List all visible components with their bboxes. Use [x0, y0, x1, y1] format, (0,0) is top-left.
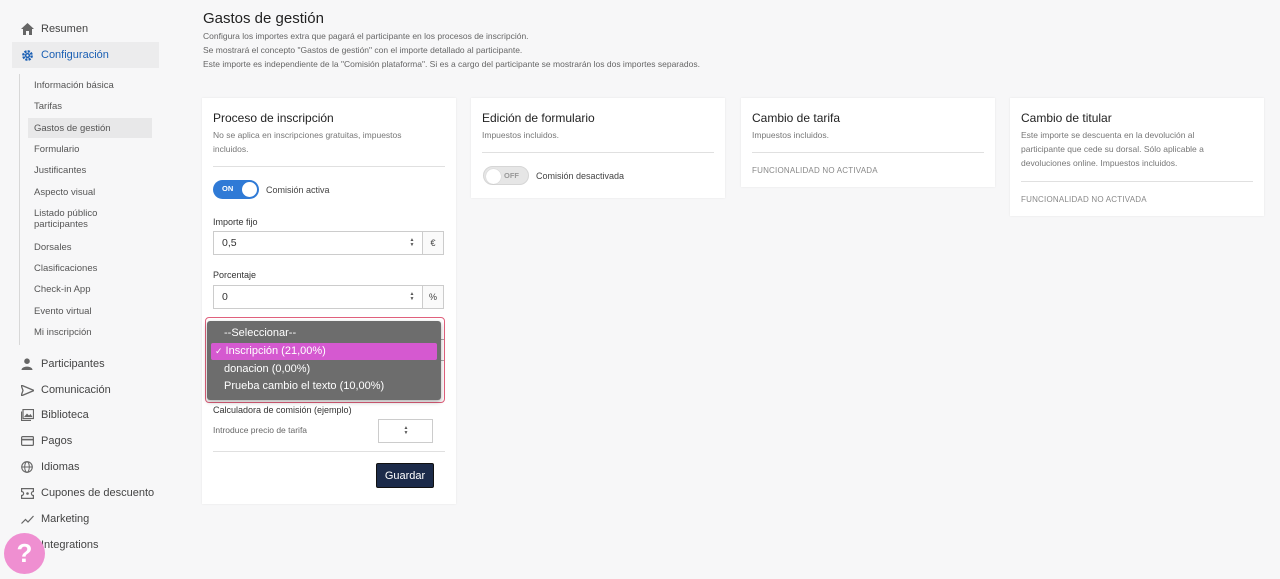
image-icon [20, 408, 34, 422]
sidebar-subitem-mi-inscripcion[interactable]: Mi inscripción [34, 327, 92, 338]
importe-fijo-label: Importe fijo [213, 217, 258, 227]
sidebar-subitem-info-basica[interactable]: Información básica [34, 80, 114, 91]
card-subtitle: Impuestos incluidos. [482, 130, 560, 140]
ticket-icon [20, 486, 34, 500]
sidebar-item-marketing[interactable]: Marketing [20, 508, 89, 530]
sidebar-item-configuracion[interactable]: Configuración [12, 42, 159, 68]
sidebar-item-biblioteca[interactable]: Biblioteca [20, 404, 89, 426]
porcentaje-label: Porcentaje [213, 270, 257, 280]
divider [213, 451, 445, 452]
card-cambio-titular: Cambio de titular Este importe se descue… [1010, 98, 1264, 216]
sidebar-item-label: Configuración [41, 49, 109, 61]
sidebar-item-idiomas[interactable]: Idiomas [20, 456, 80, 478]
toggle-knob [486, 169, 501, 184]
dropdown-option[interactable]: donacion (0,00%) [211, 361, 437, 378]
impuesto-dropdown-menu: --Seleccionar-- ✓ Inscripción (21,00%) do… [207, 321, 441, 400]
sidebar-item-label: Biblioteca [41, 409, 89, 421]
importe-fijo-value: 0,5 [222, 237, 237, 249]
home-icon [20, 22, 34, 36]
sidebar-subitem-checkin-app[interactable]: Check-in App [34, 284, 91, 295]
toggle-label: OFF [504, 171, 519, 180]
stepper-icon[interactable]: ▲ ▼ [408, 237, 416, 249]
card-subtitle: Impuestos incluidos. [752, 130, 830, 140]
globe-icon [20, 460, 34, 474]
gear-icon [20, 48, 34, 62]
sidebar-subitem-formulario[interactable]: Formulario [34, 144, 79, 155]
toggle-status-text: Comisión activa [266, 185, 330, 195]
percent-unit: % [423, 285, 444, 309]
status-text: FUNCIONALIDAD NO ACTIVADA [1021, 195, 1147, 204]
sidebar-subitem-clasificaciones[interactable]: Clasificaciones [34, 263, 97, 274]
check-icon: ✓ [215, 346, 223, 356]
send-icon [20, 383, 34, 397]
sidebar-subitem-tarifas[interactable]: Tarifas [34, 101, 62, 112]
sidebar-subitem-gastos-gestion[interactable]: Gastos de gestión [28, 118, 152, 138]
card-title: Edición de formulario [482, 111, 595, 125]
toggle-label: ON [222, 184, 234, 193]
sidebar-item-comunicacion[interactable]: Comunicación [20, 379, 111, 401]
card-edicion-formulario: Edición de formulario Impuestos incluido… [471, 98, 725, 198]
trend-icon [20, 512, 34, 526]
toggle-knob [242, 182, 257, 197]
sidebar-item-label: Resumen [41, 23, 89, 35]
toggle-status-text: Comisión desactivada [536, 171, 625, 181]
sidebar-subitem-evento-virtual[interactable]: Evento virtual [34, 306, 92, 317]
status-text: FUNCIONALIDAD NO ACTIVADA [752, 166, 878, 175]
importe-fijo-input[interactable]: 0,5 ▲ ▼ [213, 231, 423, 255]
dropdown-option-selected[interactable]: ✓ Inscripción (21,00%) [211, 343, 437, 360]
sidebar-item-label: Marketing [41, 513, 90, 525]
help-icon: ? [16, 538, 33, 568]
help-button[interactable]: ? [4, 533, 45, 574]
sidebar-item-pagos[interactable]: Pagos [20, 430, 72, 452]
stepper-icon[interactable]: ▲ ▼ [402, 425, 410, 437]
precio-tarifa-input[interactable]: ▲ ▼ [378, 419, 433, 443]
dropdown-option[interactable]: Prueba cambio el texto (10,00%) [211, 378, 437, 395]
card-proceso-inscripcion: Proceso de inscripción No se aplica en i… [202, 98, 456, 504]
sidebar-item-cupones[interactable]: Cupones de descuento [20, 482, 154, 504]
sidebar-item-label: Cupones de descuento [41, 487, 155, 499]
currency-unit: € [423, 231, 444, 255]
card-subtitle-line: Este importe se descuenta en la devoluci… [1021, 130, 1195, 140]
person-icon [20, 357, 34, 371]
sidebar-subitem-listado-publico[interactable]: Listado público participantes [34, 208, 124, 230]
calculadora-title: Calculadora de comisión (ejemplo) [213, 405, 352, 415]
card-title: Proceso de inscripción [213, 111, 334, 125]
card-subtitle: No se aplica en inscripciones gratuitas,… [213, 130, 402, 154]
sidebar-item-label: Pagos [41, 435, 73, 447]
sidebar-item-label: Idiomas [41, 461, 80, 473]
save-button[interactable]: Guardar [376, 463, 434, 488]
card-subtitle-line: participante que cede su dorsal. Sólo ap… [1021, 144, 1204, 154]
divider [213, 166, 445, 167]
page-description-line: Se mostrará el concepto "Gastos de gesti… [203, 45, 523, 55]
porcentaje-value: 0 [222, 291, 228, 303]
divider [1021, 181, 1253, 182]
card-icon [20, 434, 34, 448]
sidebar-item-resumen[interactable]: Resumen [20, 18, 88, 40]
card-title: Cambio de tarifa [752, 111, 841, 125]
sidebar-subitem-aspecto-visual[interactable]: Aspecto visual [34, 187, 95, 198]
dropdown-option[interactable]: --Seleccionar-- [211, 325, 437, 342]
sidebar: Resumen Configuración Información básica… [0, 0, 175, 579]
card-cambio-tarifa: Cambio de tarifa Impuestos incluidos. FU… [741, 98, 995, 187]
porcentaje-input[interactable]: 0 ▲ ▼ [213, 285, 423, 309]
page-description-line: Configura los importes extra que pagará … [203, 31, 529, 41]
submenu-line [19, 74, 20, 345]
sidebar-item-label: Participantes [41, 358, 105, 370]
sidebar-item-participantes[interactable]: Participantes [20, 353, 105, 375]
divider [482, 152, 714, 153]
page-title: Gastos de gestión [203, 10, 324, 27]
calculadora-text: Introduce precio de tarifa [213, 425, 308, 435]
option-label: Inscripción (21,00%) [225, 345, 326, 357]
card-subtitle-line: devoluciones online. Impuestos incluidos… [1021, 158, 1178, 168]
stepper-icon[interactable]: ▲ ▼ [408, 291, 416, 303]
sidebar-item-label: Integrations [41, 539, 99, 551]
sidebar-subitem-justificantes[interactable]: Justificantes [34, 165, 86, 176]
page-description-line: Este importe es independiente de la "Com… [203, 59, 700, 69]
sidebar-item-label: Comunicación [41, 384, 111, 396]
divider [752, 152, 984, 153]
comision-toggle[interactable]: ON [213, 180, 259, 199]
sidebar-subitem-dorsales[interactable]: Dorsales [34, 242, 72, 253]
comision-toggle[interactable]: OFF [483, 166, 529, 185]
card-title: Cambio de titular [1021, 111, 1112, 125]
